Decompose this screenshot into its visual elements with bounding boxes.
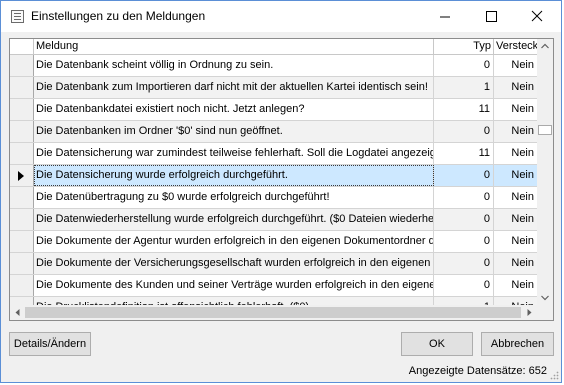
grid-header: Meldung Typ Versteck — [10, 39, 553, 55]
list-window-icon — [11, 10, 24, 23]
cell-typ[interactable]: 11 — [434, 143, 494, 164]
cell-versteckt[interactable]: Nein — [494, 187, 537, 208]
window-title: Einstellungen zu den Meldungen — [31, 9, 206, 23]
row-indicator[interactable] — [10, 77, 34, 98]
cell-typ[interactable]: 0 — [434, 187, 494, 208]
cell-versteckt[interactable]: Nein — [494, 297, 537, 305]
table-row[interactable]: Die Druckliste­ndefinition ist offensich… — [10, 297, 537, 305]
minimize-button[interactable] — [422, 1, 468, 32]
cell-meldung[interactable]: Die Datenwiederherstellung wurde erfolgr… — [34, 209, 434, 230]
cell-versteckt[interactable]: Nein — [494, 143, 537, 164]
ok-button[interactable]: OK — [401, 332, 473, 356]
row-indicator[interactable] — [10, 297, 34, 305]
cell-meldung[interactable]: Die Datenbank scheint völlig in Ordnung … — [34, 55, 434, 76]
cell-typ[interactable]: 0 — [434, 165, 494, 186]
maximize-icon — [486, 11, 497, 22]
cell-versteckt[interactable]: Nein — [494, 231, 537, 252]
current-row-arrow-icon — [18, 171, 24, 181]
table-row[interactable]: Die Datenwiederherstellung wurde erfolgr… — [10, 209, 537, 231]
cell-meldung[interactable]: Die Datenübertragung zu $0 wurde erfolgr… — [34, 187, 434, 208]
row-indicator[interactable] — [10, 55, 34, 76]
close-icon — [531, 10, 543, 22]
scrollbar-corner — [537, 305, 553, 320]
table-row[interactable]: Die Datenbanken im Ordner '$0' sind nun … — [10, 121, 537, 143]
vertical-scrollbar[interactable] — [537, 39, 553, 305]
messages-grid[interactable]: Meldung Typ Versteck Die Datenbank schei… — [9, 38, 554, 321]
cell-versteckt[interactable]: Nein — [494, 253, 537, 274]
title-bar: Einstellungen zu den Meldungen — [1, 1, 561, 32]
table-row[interactable]: Die Datenbankdatei existiert noch nicht.… — [10, 99, 537, 121]
cell-meldung[interactable]: Die Datenbankdatei existiert noch nicht.… — [34, 99, 434, 120]
cell-versteckt[interactable]: Nein — [494, 275, 537, 296]
scroll-down-arrow-icon[interactable] — [537, 291, 553, 305]
table-row[interactable]: Die Datensicherung war zumindest teilwei… — [10, 143, 537, 165]
details-aendern-button[interactable]: Details/Ändern — [9, 332, 91, 356]
horizontal-scroll-thumb[interactable] — [25, 307, 521, 318]
resize-grip-icon[interactable] — [550, 371, 559, 380]
table-row[interactable]: Die Datenübertragung zu $0 wurde erfolgr… — [10, 187, 537, 209]
cell-meldung[interactable]: Die Datensicherung wurde erfolgreich dur… — [34, 165, 434, 186]
row-indicator[interactable] — [10, 121, 34, 142]
table-row[interactable]: Die Datenbank scheint völlig in Ordnung … — [10, 55, 537, 77]
record-count-label: Angezeigte Datensätze: 652 — [408, 365, 547, 377]
cell-meldung[interactable]: Die Datenbank zum Importieren darf nicht… — [34, 77, 434, 98]
row-indicator[interactable] — [10, 253, 34, 274]
cell-meldung[interactable]: Die Datensicherung war zumindest teilwei… — [34, 143, 434, 164]
minimize-icon — [440, 16, 450, 18]
grid-rows: Die Datenbank scheint völlig in Ordnung … — [10, 55, 537, 305]
cell-typ[interactable]: 0 — [434, 55, 494, 76]
cell-versteckt[interactable]: Nein — [494, 55, 537, 76]
cell-typ[interactable]: 11 — [434, 99, 494, 120]
row-indicator[interactable] — [10, 143, 34, 164]
header-indicator-cell — [10, 39, 34, 54]
row-indicator[interactable] — [10, 231, 34, 252]
cell-versteckt[interactable]: Nein — [494, 77, 537, 98]
cell-meldung[interactable]: Die Dokumente der Versicherungsgesellsch… — [34, 253, 434, 274]
column-header-versteckt[interactable]: Versteck — [494, 39, 537, 54]
cell-versteckt[interactable]: Nein — [494, 209, 537, 230]
dialog-window: Einstellungen zu den Meldungen Meldung T… — [0, 0, 562, 383]
cell-meldung[interactable]: Die Druckliste­ndefinition ist offensich… — [34, 297, 434, 305]
cell-versteckt[interactable]: Nein — [494, 121, 537, 142]
row-indicator[interactable] — [10, 165, 34, 186]
column-header-meldung[interactable]: Meldung — [34, 39, 434, 54]
row-indicator[interactable] — [10, 209, 34, 230]
close-button[interactable] — [514, 1, 560, 32]
vertical-scroll-thumb[interactable] — [538, 125, 552, 135]
scroll-left-arrow-icon[interactable] — [10, 305, 25, 320]
table-row[interactable]: Die Dokumente der Versicherungsgesellsch… — [10, 253, 537, 275]
table-row-selected[interactable]: Die Datensicherung wurde erfolgreich dur… — [10, 165, 537, 187]
row-indicator[interactable] — [10, 275, 34, 296]
maximize-button[interactable] — [468, 1, 514, 32]
scroll-up-arrow-icon[interactable] — [537, 39, 553, 53]
cell-typ[interactable]: 0 — [434, 253, 494, 274]
table-row[interactable]: Die Datenbank zum Importieren darf nicht… — [10, 77, 537, 99]
cell-meldung[interactable]: Die Datenbanken im Ordner '$0' sind nun … — [34, 121, 434, 142]
cell-typ[interactable]: 0 — [434, 231, 494, 252]
cell-typ[interactable]: 1 — [434, 297, 494, 305]
scroll-right-arrow-icon[interactable] — [522, 305, 537, 320]
row-indicator[interactable] — [10, 187, 34, 208]
table-row[interactable]: Die Dokumente der Agentur wurden erfolgr… — [10, 231, 537, 253]
cell-typ[interactable]: 0 — [434, 121, 494, 142]
horizontal-scrollbar[interactable] — [10, 305, 537, 320]
cell-versteckt[interactable]: Nein — [494, 99, 537, 120]
column-header-typ[interactable]: Typ — [434, 39, 494, 54]
row-indicator[interactable] — [10, 99, 34, 120]
cell-typ[interactable]: 0 — [434, 275, 494, 296]
cell-typ[interactable]: 1 — [434, 77, 494, 98]
cancel-button[interactable]: Abbrechen — [481, 332, 554, 356]
cell-typ[interactable]: 0 — [434, 209, 494, 230]
cell-versteckt[interactable]: Nein — [494, 165, 537, 186]
cell-meldung[interactable]: Die Dokumente des Kunden und seiner Vert… — [34, 275, 434, 296]
cell-meldung[interactable]: Die Dokumente der Agentur wurden erfolgr… — [34, 231, 434, 252]
table-row[interactable]: Die Dokumente des Kunden und seiner Vert… — [10, 275, 537, 297]
